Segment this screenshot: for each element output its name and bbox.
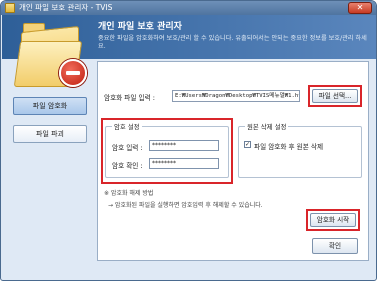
note-text: → 암호화된 파일을 실행하면 암호입력 후 해제할 수 있습니다. bbox=[108, 202, 263, 209]
app-icon bbox=[5, 3, 15, 13]
file-input-label: 암호화 파일 입력 : bbox=[104, 94, 155, 102]
no-entry-icon bbox=[59, 59, 87, 87]
ok-button[interactable]: 확인 bbox=[312, 238, 358, 254]
header-description: 중요한 파일을 암호화하여 보호/관리 할 수 있습니다. 유출되어서는 안되는… bbox=[98, 35, 367, 50]
file-path-input[interactable]: E:₩Users₩Dragon₩Desktop₩TVIS메뉴얼₩1.htm bbox=[172, 90, 300, 102]
locked-folder-icon bbox=[13, 19, 93, 93]
password-input[interactable]: ******** bbox=[149, 140, 219, 151]
delete-group-title: 원본 삭제 설정 bbox=[245, 122, 289, 131]
password-group-title: 암호 설정 bbox=[112, 122, 142, 131]
delete-original-label: 파일 암호화 후 원본 삭제 bbox=[254, 143, 324, 151]
app-window: 개인 파일 보호 관리자 - TVIS ✕ 개인 파일 보호 관리자 중요한 파… bbox=[0, 0, 377, 281]
password-group: 암호 설정 bbox=[105, 122, 229, 178]
title-bar[interactable]: 개인 파일 보호 관리자 - TVIS ✕ bbox=[1, 1, 376, 15]
delete-original-checkbox[interactable]: ✓ bbox=[244, 141, 251, 148]
close-button[interactable]: ✕ bbox=[348, 2, 372, 14]
start-encrypt-button[interactable]: 암호화 시작 bbox=[310, 213, 356, 227]
sidebar-item-encrypt[interactable]: 파일 암호화 bbox=[13, 97, 87, 115]
confirm-label: 암호 확인 : bbox=[112, 162, 143, 170]
confirm-input[interactable]: ******** bbox=[149, 158, 219, 169]
select-file-button[interactable]: 파일 선택... bbox=[312, 89, 358, 103]
delete-group: 원본 삭제 설정 bbox=[238, 122, 362, 178]
password-label: 암호 입력 : bbox=[112, 144, 143, 152]
encrypt-panel: 암호화 파일 입력 : E:₩Users₩Dragon₩Desktop₩TVIS… bbox=[97, 61, 369, 261]
window-title: 개인 파일 보호 관리자 - TVIS bbox=[19, 3, 113, 12]
header-title: 개인 파일 보호 관리자 bbox=[98, 22, 182, 32]
note-title: ※ 암호화 해제 방법 bbox=[104, 190, 154, 197]
sidebar-item-shred[interactable]: 파일 파괴 bbox=[13, 125, 87, 143]
